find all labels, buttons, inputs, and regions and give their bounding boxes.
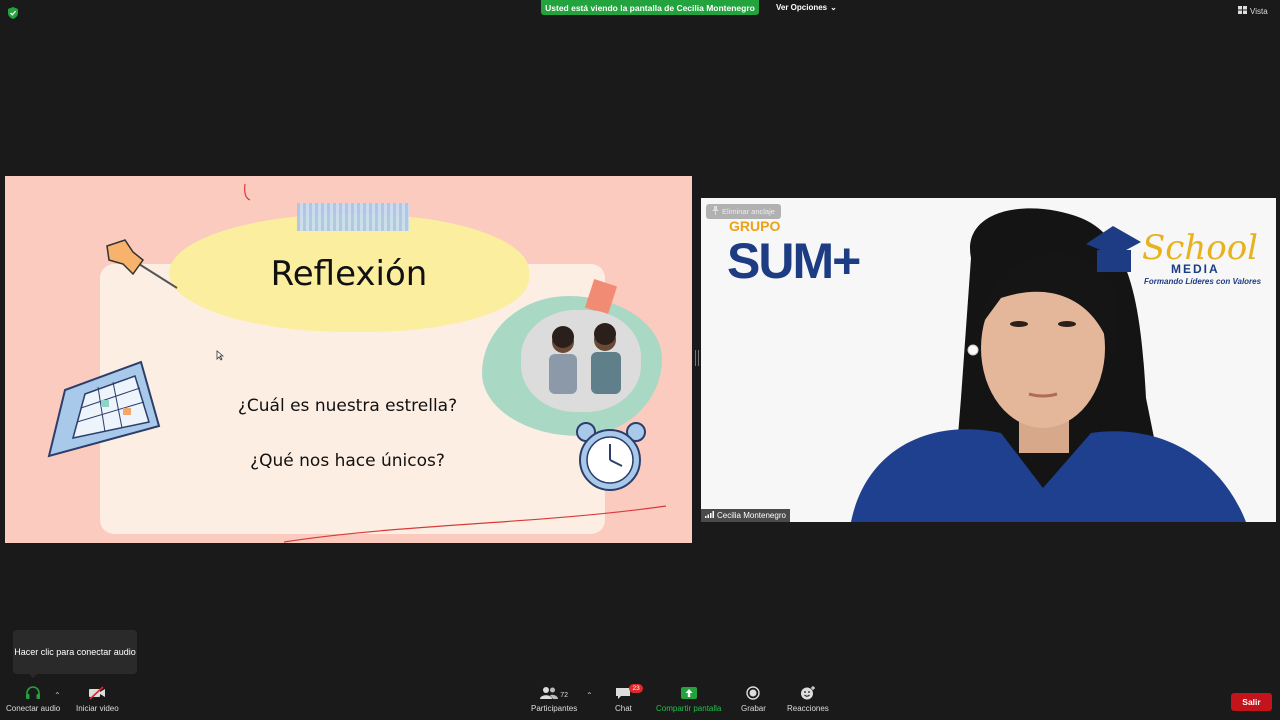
children-photo [521, 310, 641, 412]
record-button[interactable]: Grabar [741, 686, 766, 713]
participants-button[interactable]: 72 Participantes [531, 686, 577, 713]
slide-title: Reflexión [270, 254, 428, 294]
tooltip-text: Hacer clic para conectar audio [14, 647, 136, 657]
mouse-cursor-icon [216, 348, 225, 366]
chat-icon: 23 [615, 684, 643, 704]
chevron-down-icon: ⌄ [830, 3, 837, 12]
slide-question-1: ¿Cuál es nuestra estrella? [237, 396, 458, 416]
emoji-plus-icon [800, 686, 816, 704]
people-icon [540, 686, 559, 704]
pin-icon [712, 206, 719, 217]
chat-label: Chat [615, 704, 632, 713]
leave-meeting-button[interactable]: Salir [1231, 693, 1272, 711]
audio-options-chevron-icon[interactable]: ⌃ [54, 691, 61, 700]
headphones-icon [25, 686, 41, 704]
view-options-label: Ver Opciones [776, 3, 828, 12]
unpin-label: Eliminar anclaje [722, 207, 775, 216]
calendar-icon [45, 360, 165, 467]
washi-tape-decoration [297, 203, 409, 231]
slide-question-2: ¿Qué nos hace únicos? [250, 451, 445, 471]
connect-audio-button[interactable]: Conectar audio [6, 686, 60, 713]
red-line-decoration [280, 502, 670, 543]
shield-check-icon[interactable] [6, 6, 20, 20]
participant-name-tag: Cecilia Montenegro [701, 509, 790, 522]
unpin-button[interactable]: Eliminar anclaje [706, 204, 781, 219]
reactions-button[interactable]: Reacciones [787, 686, 829, 713]
start-video-button[interactable]: Iniciar video [76, 686, 119, 713]
participants-label: Participantes [531, 704, 578, 713]
chat-unread-badge: 23 [629, 684, 643, 693]
participant-name: Cecilia Montenegro [717, 511, 786, 520]
view-options-dropdown[interactable]: Ver Opciones ⌄ [770, 0, 843, 15]
share-screen-label: Compartir pantalla [656, 704, 722, 713]
connect-audio-tooltip: Hacer clic para conectar audio [13, 630, 137, 674]
signal-strength-icon [705, 511, 714, 520]
push-pin-icon [103, 238, 183, 295]
chat-button[interactable]: 23 Chat [615, 684, 643, 713]
start-video-label: Iniciar video [76, 704, 119, 713]
record-label: Grabar [741, 704, 766, 713]
record-icon [746, 686, 761, 704]
view-label: Vista [1250, 6, 1268, 16]
tooltip-arrow [28, 673, 38, 678]
connect-audio-label: Conectar audio [6, 704, 61, 713]
media-logo-text: MEDIA [1171, 262, 1220, 276]
participants-count: 72 [560, 691, 569, 699]
split-view-resize-handle[interactable] [695, 350, 699, 366]
shared-screen-slide: Reflexión ¿Cuál es nuestra estrella? ¿Qu… [5, 176, 692, 543]
participants-icon-group: 72 [540, 686, 568, 704]
screen-share-banner: Usted está viendo la pantalla de Cecilia… [541, 0, 759, 15]
video-off-icon [88, 686, 106, 704]
participants-options-chevron-icon[interactable]: ⌃ [586, 691, 593, 700]
alarm-clock-icon [570, 416, 652, 503]
grid-view-icon [1238, 6, 1247, 16]
red-mark-decoration [243, 182, 253, 209]
view-button[interactable]: Vista [1238, 6, 1268, 16]
sum-logo-text: SUM+ [727, 233, 861, 289]
share-screen-icon [680, 686, 697, 704]
reactions-label: Reacciones [787, 704, 829, 713]
school-slogan: Formando Líderes con Valores [1144, 277, 1262, 286]
share-screen-button[interactable]: Compartir pantalla [656, 686, 721, 713]
